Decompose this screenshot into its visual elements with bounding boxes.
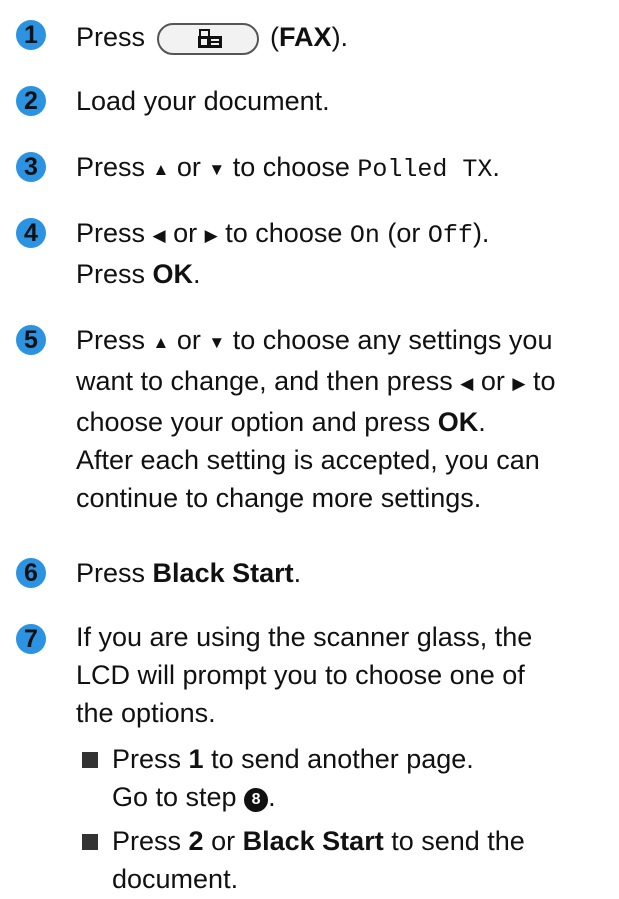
step-number: 4: [16, 218, 46, 248]
up-arrow-icon: ▲: [152, 160, 170, 179]
black-start-key: Black Start: [152, 558, 294, 588]
step-text: If you are using the scanner glass, the …: [76, 622, 533, 728]
step-number: 7: [16, 624, 46, 654]
step-number: 2: [16, 86, 46, 116]
square-bullet-icon: [82, 834, 98, 850]
down-arrow-icon: ▼: [208, 333, 226, 352]
ok-key: OK: [152, 259, 194, 289]
step-text: Load your document.: [76, 86, 330, 116]
bullet-text: Press 1 to send another page. Go to step…: [112, 744, 474, 812]
fax-icon: [197, 28, 222, 48]
square-bullet-icon: [82, 752, 98, 768]
right-arrow-icon: ▶: [204, 226, 218, 245]
step-number: 6: [16, 558, 46, 588]
step-number: 1: [16, 20, 46, 50]
down-arrow-icon: ▼: [208, 160, 226, 179]
bullet-text: Press 2 or Black Start to send the docum…: [112, 826, 525, 894]
step-number: 3: [16, 152, 46, 182]
step-text: Press ◀ or ▶ to choose On (or Off). Pres…: [76, 218, 490, 289]
right-arrow-icon: ▶: [512, 374, 526, 393]
ok-key: OK: [437, 407, 479, 437]
step-number: 5: [16, 325, 46, 355]
left-arrow-icon: ◀: [152, 226, 166, 245]
left-arrow-icon: ◀: [460, 374, 474, 393]
step-text: Press ▲ or ▼ to choose Polled TX.: [76, 152, 500, 184]
fax-key-button: [156, 22, 259, 55]
step-reference-icon: 8: [244, 788, 269, 812]
up-arrow-icon: ▲: [152, 333, 170, 352]
step-text: Press Black Start.: [76, 558, 302, 588]
step-text: Press ▲ or ▼ to choose any settings you …: [76, 325, 556, 513]
step-text: Press (FAX).: [76, 18, 613, 56]
menu-option: Polled TX: [357, 155, 493, 184]
